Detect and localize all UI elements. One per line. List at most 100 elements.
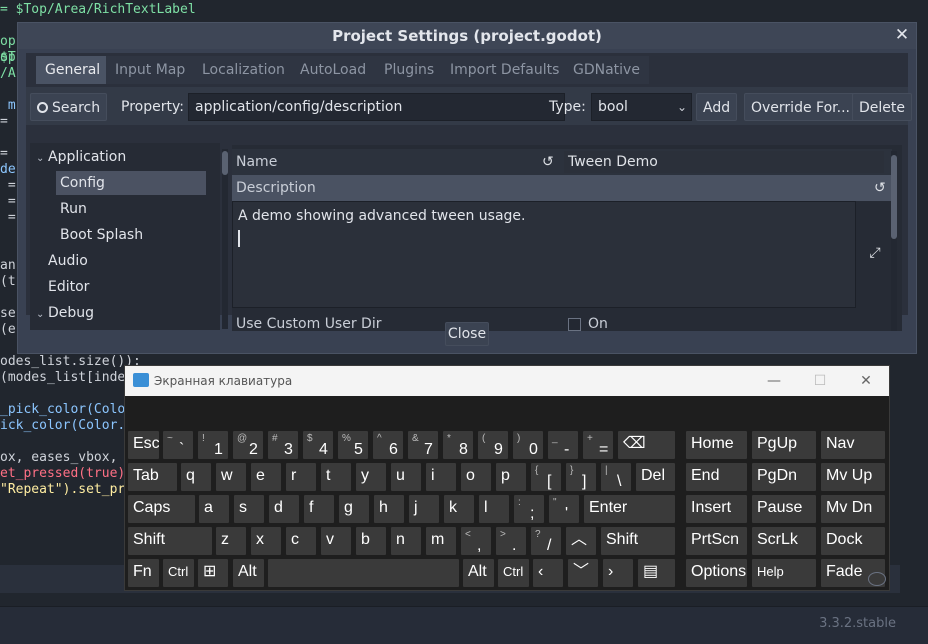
key-d[interactable]: d (269, 495, 299, 523)
key-prtscn[interactable]: PrtScn (686, 527, 747, 555)
key-alt-right[interactable]: Alt (463, 559, 494, 587)
name-property-value[interactable]: Tween Demo (564, 151, 884, 173)
tree-item-run[interactable]: Run (56, 197, 206, 221)
key-y[interactable]: y (356, 463, 386, 491)
key-a[interactable]: a (199, 495, 229, 523)
inspector-scrollbar[interactable] (891, 151, 897, 331)
property-path-input[interactable]: application/config/description (188, 93, 565, 121)
key-4[interactable]: $4 (303, 431, 333, 459)
key-nav[interactable]: Nav (821, 431, 885, 459)
custom-user-dir-checkbox[interactable] (568, 318, 581, 331)
key-quote[interactable]: " ' (549, 495, 579, 523)
key-g[interactable]: g (339, 495, 369, 523)
key-arrow-left[interactable]: ‹ (533, 559, 563, 587)
key-z[interactable]: z (216, 527, 246, 555)
key-8[interactable]: * 8 (443, 431, 473, 459)
search-button[interactable]: Search (30, 93, 108, 121)
key-rbracket[interactable]: }] (566, 463, 596, 491)
key-f[interactable]: f (304, 495, 334, 523)
key-6[interactable]: ^ 6 (373, 431, 403, 459)
key-arrow-right[interactable]: › (603, 559, 633, 587)
key-u[interactable]: u (391, 463, 421, 491)
key-comma[interactable]: <, (461, 527, 491, 555)
override-for-button[interactable]: Override For... (744, 93, 857, 121)
tab-gdnative[interactable]: GDNative (564, 56, 649, 84)
key-insert[interactable]: Insert (686, 495, 747, 523)
key-7[interactable]: & 7 (408, 431, 438, 459)
key-pgdn[interactable]: PgDn (752, 463, 816, 491)
expand-icon[interactable]: ⤢ (866, 245, 884, 263)
key-1[interactable]: ! 1 (198, 431, 228, 459)
key-del[interactable]: Del (636, 463, 675, 491)
revert-icon[interactable]: ↺ (874, 175, 886, 201)
key-shift-left[interactable]: Shift (128, 527, 212, 555)
key-arrow-up[interactable]: ︿ (566, 527, 596, 555)
tab-import-defaults[interactable]: Import Defaults (441, 56, 569, 84)
key-e[interactable]: e (251, 463, 281, 491)
tab-input-map[interactable]: Input Map (106, 56, 195, 84)
close-button[interactable]: Close (445, 322, 489, 346)
key-fn[interactable]: Fn (128, 559, 159, 587)
key-space[interactable] (268, 559, 459, 587)
key-arrow-down[interactable]: ﹀ (568, 559, 598, 587)
key-backslash[interactable]: | \ (601, 463, 631, 491)
tab-localization[interactable]: Localization (193, 56, 294, 84)
tree-scrollbar[interactable] (222, 149, 228, 329)
key-l[interactable]: l (479, 495, 509, 523)
minimize-icon[interactable]: — (751, 366, 797, 396)
key-esc[interactable]: Esc (128, 431, 159, 459)
description-textarea[interactable]: A demo showing advanced tween usage. (232, 201, 856, 308)
key-w[interactable]: w (216, 463, 246, 491)
key-home[interactable]: Home (686, 431, 747, 459)
key-t[interactable]: t (321, 463, 351, 491)
key-i[interactable]: i (426, 463, 456, 491)
maximize-icon[interactable]: ☐ (797, 366, 843, 396)
key-r[interactable]: r (286, 463, 316, 491)
key-mvdn[interactable]: Mv Dn (821, 495, 885, 523)
dialog-close-icon[interactable]: ✕ (892, 24, 912, 46)
key-mvup[interactable]: Mv Up (821, 463, 885, 491)
add-button[interactable]: Add (696, 93, 738, 121)
key-end[interactable]: End (686, 463, 747, 491)
key-backspace[interactable]: ⌫ (618, 431, 675, 459)
key-enter[interactable]: Enter (584, 495, 675, 523)
key-3[interactable]: #3 (268, 431, 298, 459)
key-menu[interactable]: ▤ (638, 559, 675, 587)
tree-item-boot-splash[interactable]: Boot Splash (56, 223, 206, 247)
key-p[interactable]: p (496, 463, 526, 491)
key-x[interactable]: x (251, 527, 281, 555)
key-2[interactable]: @2 (233, 431, 263, 459)
key-backtick[interactable]: ~ ` (163, 431, 193, 459)
tab-general[interactable]: General (36, 56, 110, 84)
name-property-row[interactable]: Name ↺ Tween Demo (232, 149, 892, 175)
key-ctrl-left[interactable]: Ctrl (163, 559, 194, 587)
key-equals[interactable]: + = (583, 431, 613, 459)
key-pause[interactable]: Pause (752, 495, 816, 523)
key-scrlk[interactable]: ScrLk (752, 527, 816, 555)
key-c[interactable]: c (286, 527, 316, 555)
description-property-row[interactable]: Description ↺ (232, 175, 892, 201)
key-alt-left[interactable]: Alt (233, 559, 264, 587)
tree-item-config[interactable]: Config (56, 171, 206, 195)
key-dock[interactable]: Dock (821, 527, 885, 555)
key-minus[interactable]: _ - (548, 431, 578, 459)
key-ctrl-right[interactable]: Ctrl (498, 559, 529, 587)
key-shift-right[interactable]: Shift (601, 527, 675, 555)
custom-user-dir-row[interactable]: Use Custom User Dir On (232, 311, 892, 337)
revert-icon[interactable]: ↺ (542, 149, 554, 175)
tree-item-audio[interactable]: Audio (44, 249, 206, 273)
key-m[interactable]: m (426, 527, 456, 555)
key-period[interactable]: >. (496, 527, 526, 555)
key-windows[interactable]: ⊞ (198, 559, 228, 587)
key-v[interactable]: v (321, 527, 351, 555)
chevron-down-icon[interactable]: ⌄ (36, 303, 48, 327)
tree-item-application[interactable]: ⌄ Application (32, 145, 206, 169)
key-k[interactable]: k (444, 495, 474, 523)
delete-button[interactable]: Delete (852, 93, 912, 121)
chevron-down-icon[interactable]: ⌄ (36, 147, 48, 171)
key-lbracket[interactable]: {[ (531, 463, 561, 491)
key-pgup[interactable]: PgUp (752, 431, 816, 459)
key-5[interactable]: % 5 (338, 431, 368, 459)
keyboard-close-icon[interactable]: ✕ (843, 366, 889, 396)
key-s[interactable]: s (234, 495, 264, 523)
